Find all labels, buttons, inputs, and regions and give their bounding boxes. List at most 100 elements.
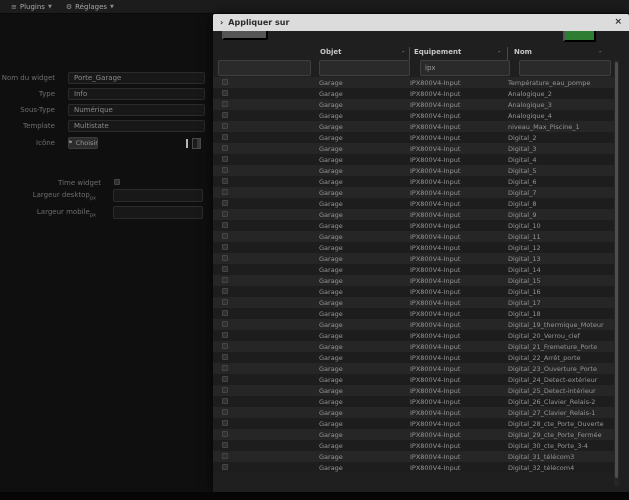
select-filter-input[interactable]: [218, 60, 311, 76]
largeur-mobile-input[interactable]: [113, 206, 203, 219]
cell-objet: Garage: [319, 265, 343, 274]
cell-nom: Digital_10: [508, 221, 541, 230]
row-checkbox[interactable]: [222, 211, 228, 217]
row-checkbox[interactable]: [222, 343, 228, 349]
row-checkbox[interactable]: [222, 376, 228, 382]
template-input[interactable]: [68, 120, 205, 132]
row-checkbox[interactable]: [222, 420, 228, 426]
time-widget-checkbox[interactable]: [114, 179, 120, 185]
appliquer-sur-modal: › Appliquer sur × Objet - Equipement - N…: [213, 14, 629, 492]
row-checkbox[interactable]: [222, 178, 228, 184]
row-checkbox[interactable]: [222, 233, 228, 239]
equipement-filter-input[interactable]: [420, 60, 510, 76]
table-scrollbar[interactable]: [614, 60, 619, 486]
row-checkbox[interactable]: [222, 266, 228, 272]
cell-equipement: IPX800V4-Input: [410, 265, 461, 274]
sous-type-input[interactable]: [68, 104, 205, 116]
cell-nom: Digital_17: [508, 298, 541, 307]
table-row: Garage IPX800V4-Input Digital_21_Fremetu…: [213, 341, 614, 352]
row-checkbox[interactable]: [222, 222, 228, 228]
type-input[interactable]: [68, 88, 205, 100]
cell-nom: Digital_8: [508, 199, 537, 208]
modal-header[interactable]: › Appliquer sur ×: [213, 14, 629, 31]
sort-toggle-nom[interactable]: -: [599, 48, 602, 56]
largeur-desktop-input[interactable]: [113, 189, 203, 202]
field-label-template: Template: [23, 122, 55, 130]
row-checkbox[interactable]: [222, 255, 228, 261]
row-checkbox[interactable]: [222, 90, 228, 96]
cell-equipement: IPX800V4-Input: [410, 331, 461, 340]
row-checkbox[interactable]: [222, 200, 228, 206]
row-checkbox[interactable]: [222, 332, 228, 338]
chevron-right-icon: ›: [220, 18, 224, 27]
cell-nom: Digital_2: [508, 133, 537, 142]
row-checkbox[interactable]: [222, 123, 228, 129]
table-row: Garage IPX800V4-Input Digital_3: [213, 143, 614, 154]
cell-equipement: IPX800V4-Input: [410, 210, 461, 219]
table-row: Garage IPX800V4-Input Analogique_3: [213, 99, 614, 110]
cell-objet: Garage: [319, 133, 343, 142]
cell-equipement: IPX800V4-Input: [410, 232, 461, 241]
column-divider: [409, 47, 410, 60]
row-checkbox[interactable]: [222, 189, 228, 195]
cell-nom: Digital_31_télécom3: [508, 452, 575, 461]
row-checkbox[interactable]: [222, 288, 228, 294]
icon-preview-box[interactable]: [192, 138, 201, 149]
row-checkbox[interactable]: [222, 442, 228, 448]
cell-equipement: IPX800V4-Input: [410, 122, 461, 131]
row-checkbox[interactable]: [222, 365, 228, 371]
sort-toggle-objet[interactable]: -: [402, 48, 405, 56]
row-checkbox[interactable]: [222, 156, 228, 162]
scrollbar-thumb[interactable]: [615, 62, 618, 478]
cell-nom: Digital_11: [508, 232, 541, 241]
cell-objet: Garage: [319, 364, 343, 373]
cell-objet: Garage: [319, 276, 343, 285]
cell-objet: Garage: [319, 342, 343, 351]
cell-equipement: IPX800V4-Input: [410, 78, 461, 87]
cell-objet: Garage: [319, 89, 343, 98]
row-checkbox[interactable]: [222, 145, 228, 151]
row-checkbox[interactable]: [222, 101, 228, 107]
row-checkbox[interactable]: [222, 398, 228, 404]
cell-equipement: IPX800V4-Input: [410, 133, 461, 142]
menu-plugins[interactable]: ≡ Plugins ▼: [11, 3, 52, 11]
nom-filter-input[interactable]: [519, 60, 611, 76]
table-row: Garage IPX800V4-Input Digital_11: [213, 231, 614, 242]
row-checkbox[interactable]: [222, 244, 228, 250]
table-row: Garage IPX800V4-Input Digital_16: [213, 286, 614, 297]
row-checkbox[interactable]: [222, 409, 228, 415]
row-checkbox[interactable]: [222, 112, 228, 118]
cell-nom: Analogique_2: [508, 89, 552, 98]
menu-reglages[interactable]: ⚙ Réglages ▼: [66, 3, 114, 11]
cell-equipement: IPX800V4-Input: [410, 243, 461, 252]
cell-nom: Digital_20_Verrou_clef: [508, 331, 580, 340]
row-checkbox[interactable]: [222, 431, 228, 437]
field-label-nom-du-widget: Nom du widget: [1, 74, 55, 82]
cell-nom: Digital_25_Detect-intérieur: [508, 386, 596, 395]
nom-du-widget-input[interactable]: [68, 72, 205, 84]
sort-toggle-equipement[interactable]: -: [498, 48, 501, 56]
close-icon[interactable]: ×: [614, 18, 622, 27]
row-checkbox[interactable]: [222, 464, 228, 470]
row-checkbox[interactable]: [222, 167, 228, 173]
choisir-button[interactable]: ⚑ Choisir: [68, 137, 98, 149]
row-checkbox[interactable]: [222, 79, 228, 85]
row-checkbox[interactable]: [222, 354, 228, 360]
cell-objet: Garage: [319, 386, 343, 395]
row-checkbox[interactable]: [222, 299, 228, 305]
row-checkbox[interactable]: [222, 321, 228, 327]
modal-title: Appliquer sur: [228, 18, 290, 27]
objet-filter-input[interactable]: [319, 60, 410, 76]
px-suffix: px: [89, 212, 96, 219]
table-row: Garage IPX800V4-Input Digital_30_cte_Por…: [213, 440, 614, 451]
row-checkbox[interactable]: [222, 134, 228, 140]
row-checkbox[interactable]: [222, 453, 228, 459]
row-checkbox[interactable]: [222, 387, 228, 393]
cell-nom: Digital_6: [508, 177, 537, 186]
row-checkbox[interactable]: [222, 277, 228, 283]
table-row: Garage IPX800V4-Input Analogique_4: [213, 110, 614, 121]
divider: [186, 139, 188, 148]
row-checkbox[interactable]: [222, 310, 228, 316]
cell-nom: Digital_23_Ouverture_Porte: [508, 364, 597, 373]
cell-objet: Garage: [319, 441, 343, 450]
